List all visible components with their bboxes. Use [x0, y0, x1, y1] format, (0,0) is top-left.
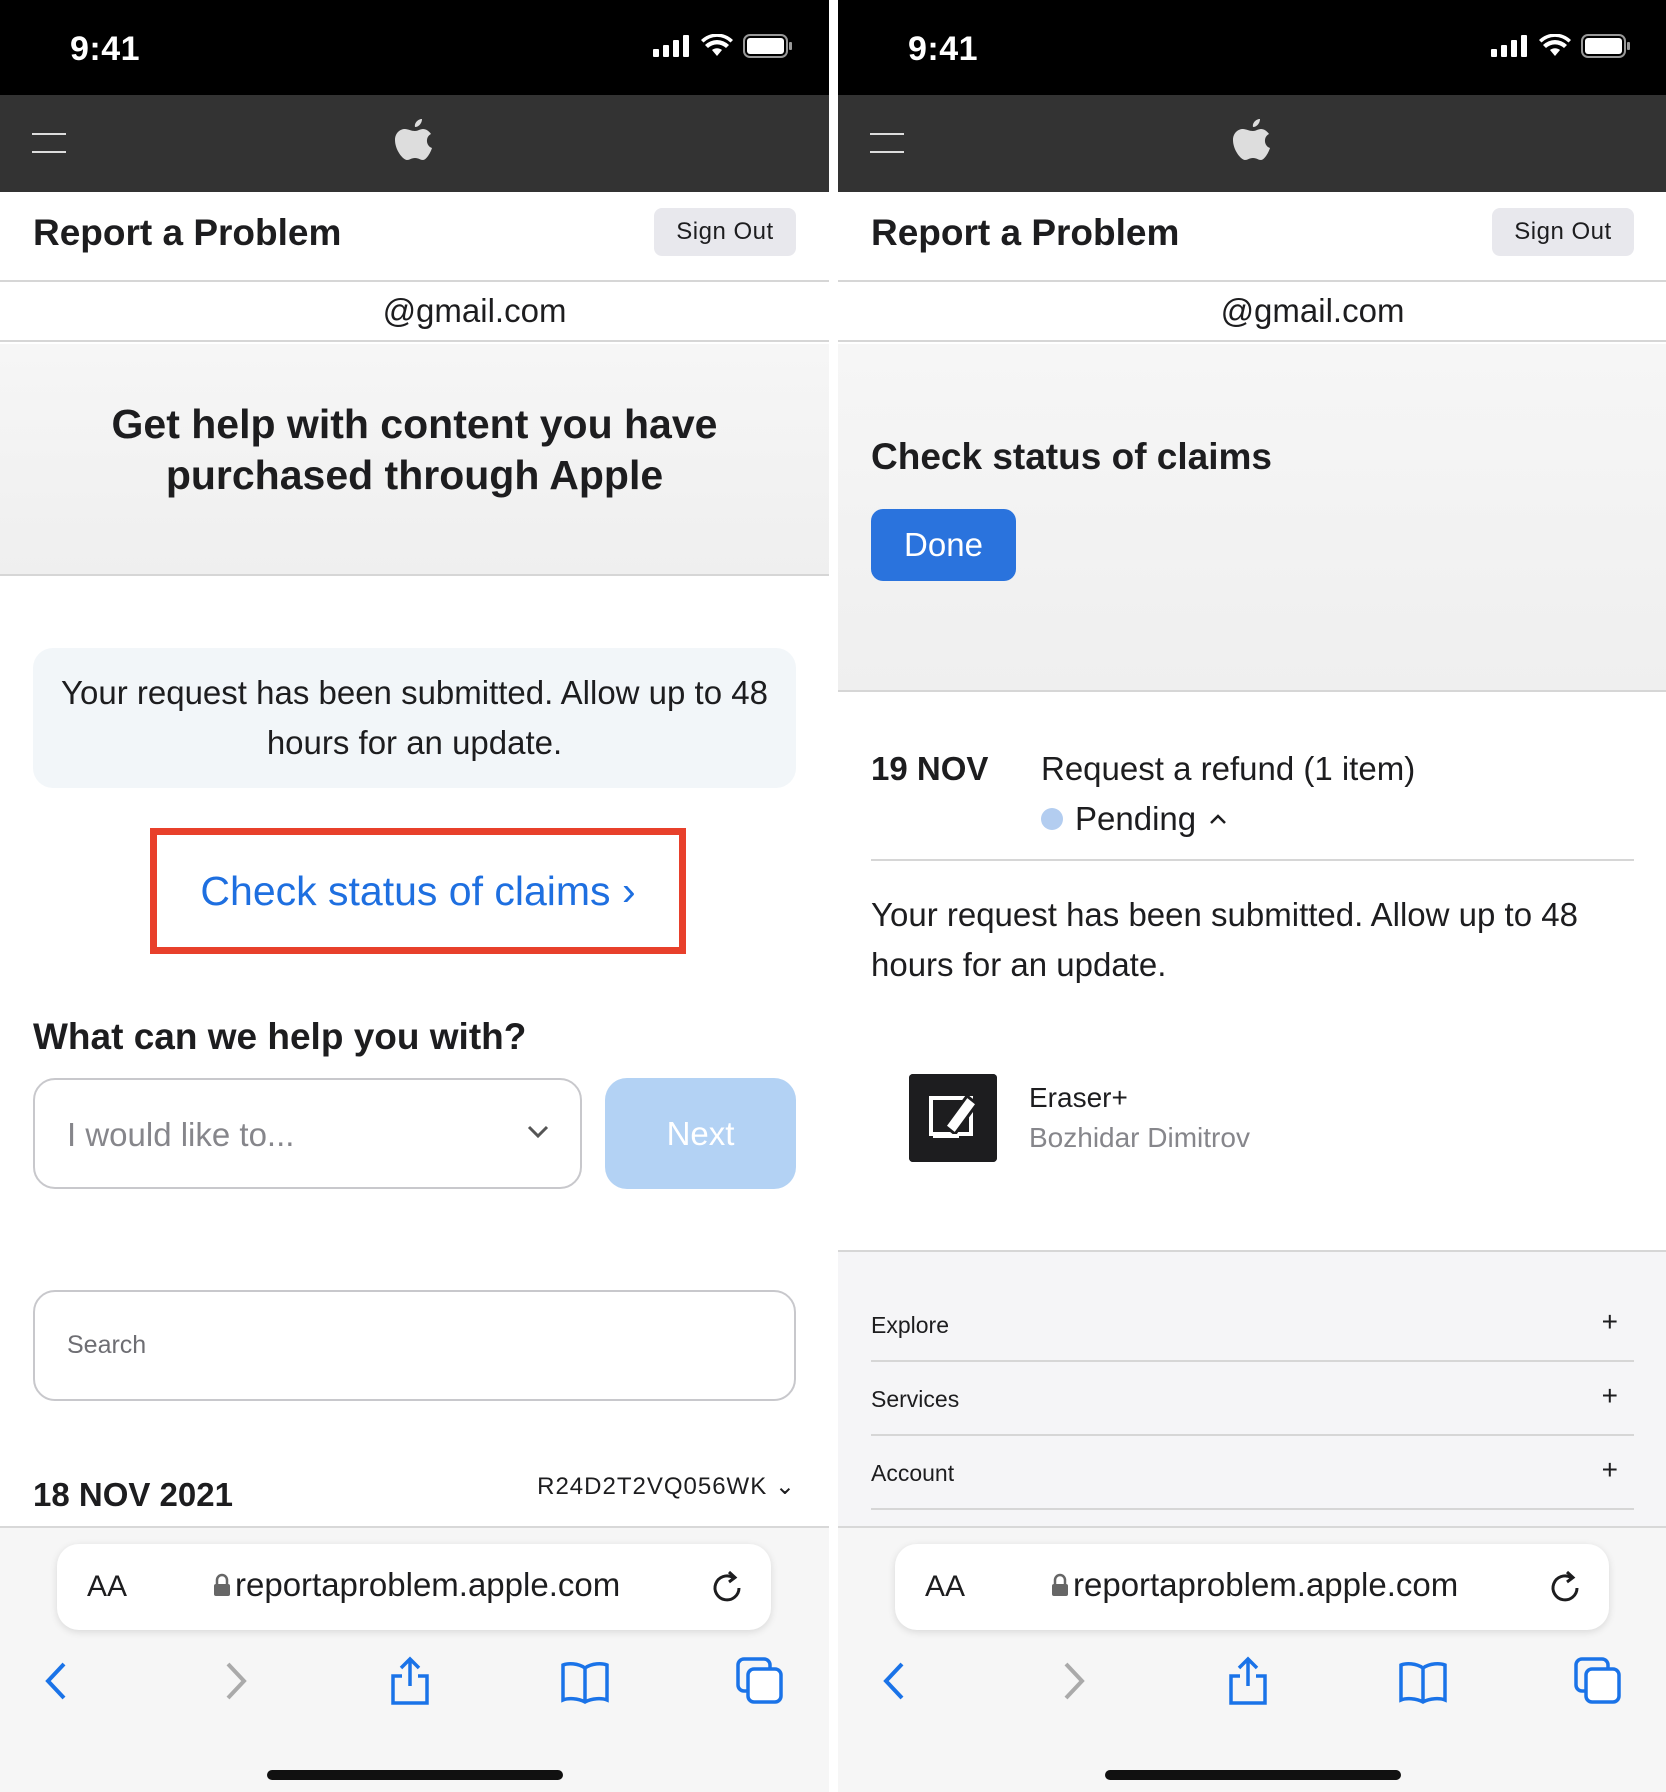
menu-icon[interactable] — [32, 133, 66, 155]
reload-icon[interactable] — [1547, 1568, 1583, 1606]
lock-icon — [214, 1573, 230, 1596]
sign-out-button[interactable]: Sign Out — [1492, 208, 1634, 256]
footer-item-services[interactable]: Services + — [871, 1362, 1634, 1436]
claims-title: Check status of claims — [871, 436, 1272, 477]
site-navbar — [0, 95, 829, 192]
tabs-icon[interactable] — [735, 1656, 785, 1706]
app-eraser-icon — [909, 1074, 997, 1162]
order-date: 18 NOV 2021 — [33, 1476, 233, 1513]
page-url: reportaproblem.apple.com — [235, 1566, 621, 1603]
left-screen: 9:41 Report a Problem Sign Out @gmail.co… — [0, 0, 829, 1792]
battery-icon — [743, 34, 792, 58]
page-url: reportaproblem.apple.com — [1073, 1566, 1459, 1603]
next-button[interactable]: Next — [605, 1078, 796, 1189]
claim-description: Request a refund (1 item) — [1041, 750, 1416, 787]
signal-icon — [1491, 35, 1527, 57]
home-indicator[interactable] — [1104, 1770, 1401, 1780]
safari-bar: AA reportaproblem.apple.com — [0, 1526, 829, 1792]
hero-banner: Get help with content you have purchased… — [0, 344, 829, 576]
account-email: @gmail.com — [0, 284, 829, 342]
sign-out-button[interactable]: Sign Out — [654, 208, 796, 256]
done-button[interactable]: Done — [871, 509, 1016, 581]
account-email: @gmail.com — [838, 284, 1666, 342]
wifi-icon — [1539, 34, 1571, 56]
forward-icon[interactable] — [1048, 1656, 1098, 1706]
title-bar: Report a Problem Sign Out — [0, 192, 829, 282]
home-indicator[interactable] — [266, 1770, 563, 1780]
share-icon[interactable] — [1223, 1656, 1273, 1706]
signal-icon — [653, 35, 689, 57]
page-title: Report a Problem — [871, 212, 1180, 253]
menu-icon[interactable] — [870, 133, 904, 155]
apple-logo-icon[interactable] — [394, 117, 435, 165]
claim-status-toggle[interactable]: Pending — [1041, 800, 1228, 838]
safari-bar: AA reportaproblem.apple.com — [838, 1526, 1666, 1792]
site-navbar — [838, 95, 1666, 192]
text-size-button[interactable]: AA — [87, 1570, 127, 1604]
battery-icon — [1581, 34, 1630, 58]
app-developer: Bozhidar Dimitrov — [1029, 1122, 1250, 1153]
submission-notice: Your request has been submitted. Allow u… — [33, 648, 796, 788]
select-placeholder: I would like to... — [67, 1116, 295, 1153]
footer-item-account[interactable]: Account + — [871, 1436, 1634, 1510]
pending-dot-icon — [1041, 808, 1063, 830]
address-bar[interactable]: AA reportaproblem.apple.com — [895, 1544, 1609, 1630]
reload-icon[interactable] — [709, 1568, 745, 1606]
order-id-toggle[interactable]: R24D2T2VQ056WK ⌄ — [537, 1472, 796, 1501]
share-icon[interactable] — [385, 1656, 435, 1706]
claim-status: Pending — [1075, 800, 1197, 837]
chevron-down-icon — [527, 1125, 549, 1139]
request-type-select[interactable]: I would like to... — [33, 1078, 582, 1189]
back-icon[interactable] — [32, 1656, 82, 1706]
tabs-icon[interactable] — [1573, 1656, 1623, 1706]
chevron-up-icon — [1210, 814, 1226, 824]
text-size-button[interactable]: AA — [925, 1570, 965, 1604]
plus-icon: + — [1601, 1454, 1618, 1485]
bookmarks-icon[interactable] — [1398, 1656, 1448, 1706]
footer-nav: Explore + Services + Account + — [838, 1250, 1666, 1550]
browser-toolbar — [838, 1656, 1666, 1726]
app-name: Eraser+ — [1029, 1082, 1128, 1113]
hero-title: Get help with content you have purchased… — [111, 401, 718, 498]
highlight-box: Check status of claims › — [150, 828, 686, 954]
lock-icon — [1052, 1573, 1068, 1596]
forward-icon[interactable] — [210, 1656, 260, 1706]
plus-icon: + — [1601, 1380, 1618, 1411]
address-bar[interactable]: AA reportaproblem.apple.com — [57, 1544, 771, 1630]
right-screen: 9:41 Report a Problem Sign Out @gmail.co… — [838, 0, 1666, 1792]
footer-item-explore[interactable]: Explore + — [871, 1288, 1634, 1362]
back-icon[interactable] — [870, 1656, 920, 1706]
apple-logo-icon[interactable] — [1232, 117, 1273, 165]
status-bar: 9:41 — [0, 0, 829, 95]
check-status-link[interactable]: Check status of claims › — [157, 835, 679, 947]
status-time: 9:41 — [70, 30, 141, 68]
browser-toolbar — [0, 1656, 829, 1726]
claim-date: 19 NOV — [871, 750, 989, 787]
claim-message: Your request has been submitted. Allow u… — [871, 896, 1578, 983]
claims-header: Check status of claims Done — [838, 344, 1666, 692]
search-input[interactable] — [33, 1290, 796, 1401]
title-bar: Report a Problem Sign Out — [838, 192, 1666, 282]
bookmarks-icon[interactable] — [560, 1656, 610, 1706]
page-title: Report a Problem — [33, 212, 342, 253]
help-heading: What can we help you with? — [33, 1016, 527, 1057]
status-time: 9:41 — [908, 30, 979, 68]
status-bar: 9:41 — [838, 0, 1666, 95]
wifi-icon — [701, 34, 733, 56]
plus-icon: + — [1601, 1306, 1618, 1337]
